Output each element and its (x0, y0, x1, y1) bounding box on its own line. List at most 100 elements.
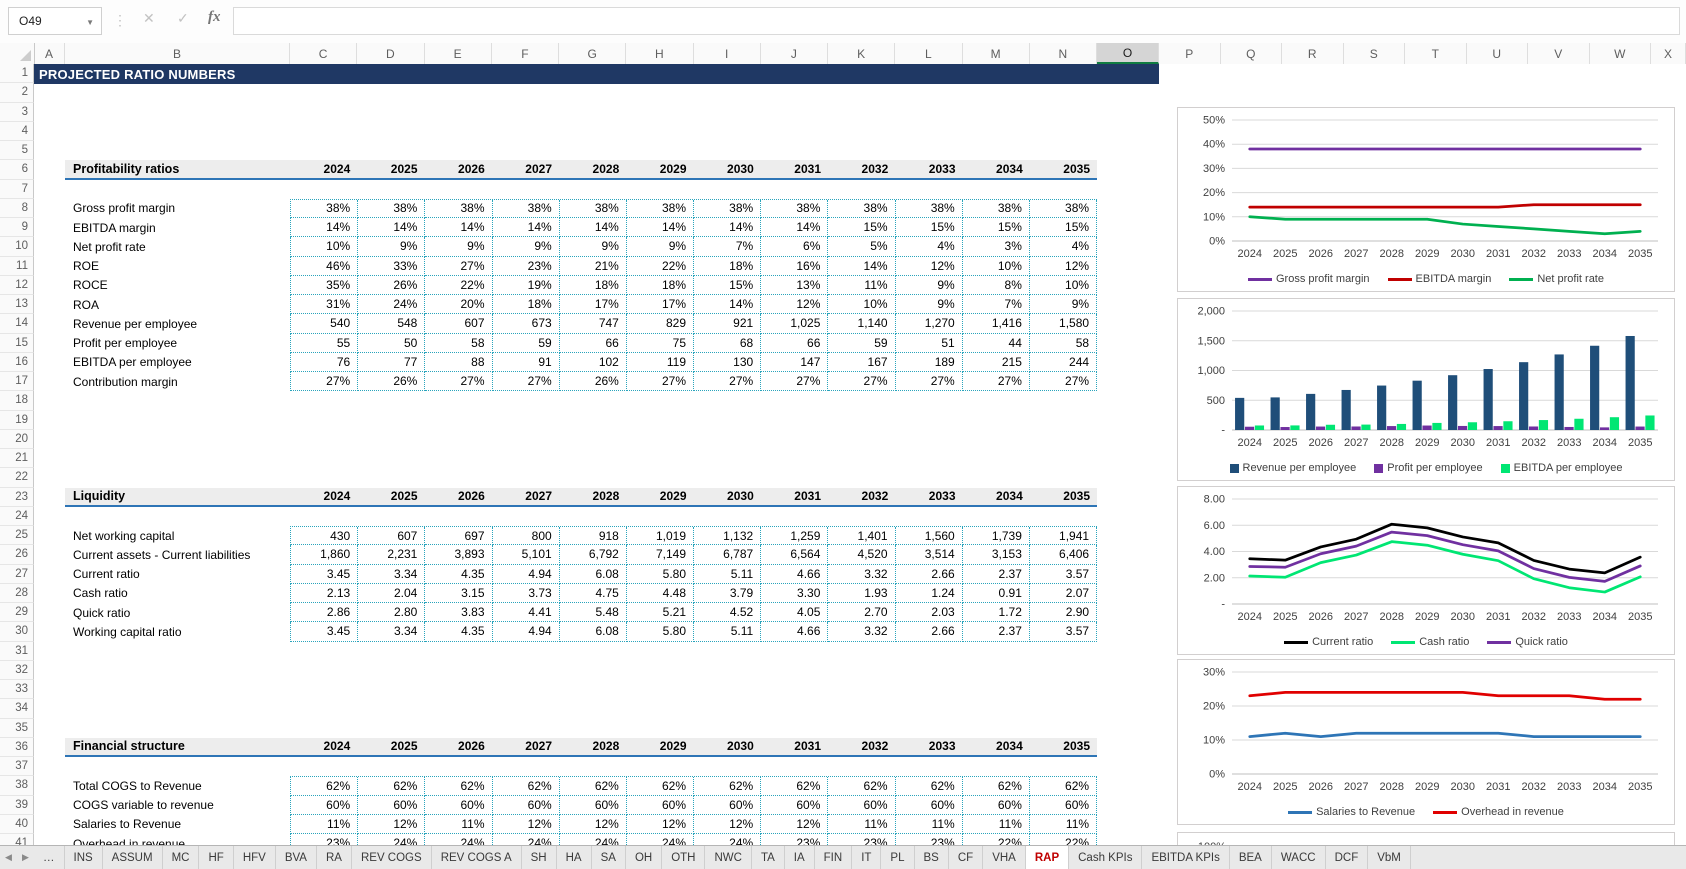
cell-H15[interactable]: 75 (627, 334, 694, 353)
row-header-9[interactable]: 9 (0, 218, 34, 237)
cell-N9[interactable]: 15% (1030, 218, 1097, 237)
cell-I16[interactable]: 130 (694, 353, 761, 372)
cell-J8[interactable]: 38% (761, 200, 828, 218)
section-header-liquidity[interactable]: Liquidity2024202520262027202820292030203… (65, 488, 1097, 507)
cell-C27[interactable]: 3.45 (291, 565, 358, 584)
cell-F16[interactable]: 91 (493, 353, 560, 372)
column-header-k[interactable]: K (828, 43, 895, 64)
column-header-o[interactable]: O (1097, 43, 1159, 64)
cell-F30[interactable]: 4.94 (493, 622, 560, 641)
row-header-22[interactable]: 22 (0, 468, 34, 487)
cell-H10[interactable]: 9% (627, 237, 694, 256)
cell-K13[interactable]: 10% (828, 295, 895, 314)
cell-I9[interactable]: 14% (694, 218, 761, 237)
row-header-26[interactable]: 26 (0, 545, 34, 564)
cell-D27[interactable]: 3.34 (358, 565, 425, 584)
cell-B9[interactable]: EBITDA margin (65, 218, 290, 237)
cell-C16[interactable]: 76 (291, 353, 358, 372)
cell-F13[interactable]: 18% (493, 295, 560, 314)
cell-M26[interactable]: 3,153 (963, 545, 1030, 564)
cell-E9[interactable]: 14% (425, 218, 492, 237)
sheet-tab-mc[interactable]: MC (163, 846, 200, 869)
cell-M28[interactable]: 0.91 (963, 584, 1030, 603)
cell-K27[interactable]: 3.32 (828, 565, 895, 584)
column-header-d[interactable]: D (357, 43, 424, 64)
cell-F25[interactable]: 800 (493, 527, 560, 545)
row-header-36[interactable]: 36 (0, 738, 34, 757)
cell-F26[interactable]: 5,101 (493, 545, 560, 564)
cell-N41[interactable]: 22% (1030, 834, 1097, 845)
cell-L14[interactable]: 1,270 (896, 314, 963, 333)
column-header-v[interactable]: V (1528, 43, 1590, 64)
cell-I27[interactable]: 5.11 (694, 565, 761, 584)
cell-I29[interactable]: 4.52 (694, 603, 761, 622)
cell-D39[interactable]: 60% (358, 796, 425, 815)
cell-D17[interactable]: 26% (358, 372, 425, 391)
cell-L17[interactable]: 27% (896, 372, 963, 391)
cell-C28[interactable]: 2.13 (291, 584, 358, 603)
cell-B26[interactable]: Current assets - Current liabilities (65, 545, 290, 564)
cell-I41[interactable]: 24% (694, 834, 761, 845)
cell-J39[interactable]: 60% (761, 796, 828, 815)
cell-I11[interactable]: 18% (694, 257, 761, 276)
sheet-tab-rev-cogs-a[interactable]: REV COGS A (432, 846, 522, 869)
cell-J12[interactable]: 13% (761, 276, 828, 295)
cell-E10[interactable]: 9% (425, 237, 492, 256)
cell-G29[interactable]: 5.48 (560, 603, 627, 622)
cell-D41[interactable]: 24% (358, 834, 425, 845)
cell-D9[interactable]: 14% (358, 218, 425, 237)
sheet-tab-cash-kpis[interactable]: Cash KPIs (1069, 846, 1142, 869)
cell-L28[interactable]: 1.24 (896, 584, 963, 603)
cell-D13[interactable]: 24% (358, 295, 425, 314)
cell-I10[interactable]: 7% (694, 237, 761, 256)
cell-E26[interactable]: 3,893 (425, 545, 492, 564)
column-header-n[interactable]: N (1030, 43, 1097, 64)
cell-L15[interactable]: 51 (896, 334, 963, 353)
cell-M17[interactable]: 27% (963, 372, 1030, 391)
cell-G28[interactable]: 4.75 (560, 584, 627, 603)
cell-J9[interactable]: 14% (761, 218, 828, 237)
cell-L9[interactable]: 15% (896, 218, 963, 237)
cell-M15[interactable]: 44 (963, 334, 1030, 353)
sheet-tab-bs[interactable]: BS (915, 846, 949, 869)
name-box-dropdown-icon[interactable]: ▼ (86, 18, 94, 27)
cell-F41[interactable]: 24% (493, 834, 560, 845)
cell-K11[interactable]: 14% (828, 257, 895, 276)
cell-J38[interactable]: 62% (761, 777, 828, 795)
cell-H13[interactable]: 17% (627, 295, 694, 314)
sheet-tab-sh[interactable]: SH (522, 846, 557, 869)
cell-N14[interactable]: 1,580 (1030, 314, 1097, 333)
cell-G17[interactable]: 26% (560, 372, 627, 391)
cell-J29[interactable]: 4.05 (761, 603, 828, 622)
cell-K14[interactable]: 1,140 (828, 314, 895, 333)
column-header-l[interactable]: L (895, 43, 962, 64)
cell-D30[interactable]: 3.34 (358, 622, 425, 641)
row-header-25[interactable]: 25 (0, 526, 34, 545)
cell-I15[interactable]: 68 (694, 334, 761, 353)
row-header-12[interactable]: 12 (0, 276, 34, 295)
cell-D38[interactable]: 62% (358, 777, 425, 795)
cell-L13[interactable]: 9% (896, 295, 963, 314)
sheet-tab-ins[interactable]: INS (65, 846, 103, 869)
cell-J15[interactable]: 66 (761, 334, 828, 353)
row-header-33[interactable]: 33 (0, 680, 34, 699)
cell-H17[interactable]: 27% (627, 372, 694, 391)
cell-N28[interactable]: 2.07 (1030, 584, 1097, 603)
sheet-tab-wacc[interactable]: WACC (1272, 846, 1326, 869)
sheet-tab-vha[interactable]: VHA (983, 846, 1026, 869)
cell-K17[interactable]: 27% (828, 372, 895, 391)
cell-F29[interactable]: 4.41 (493, 603, 560, 622)
cell-H29[interactable]: 5.21 (627, 603, 694, 622)
cancel-icon[interactable]: ✕ (143, 11, 155, 25)
cell-B13[interactable]: ROA (65, 295, 290, 314)
cell-L26[interactable]: 3,514 (896, 545, 963, 564)
cell-C40[interactable]: 11% (291, 815, 358, 834)
cell-K8[interactable]: 38% (828, 200, 895, 218)
cell-N16[interactable]: 244 (1030, 353, 1097, 372)
cell-G40[interactable]: 12% (560, 815, 627, 834)
cell-M14[interactable]: 1,416 (963, 314, 1030, 333)
cell-D29[interactable]: 2.80 (358, 603, 425, 622)
cell-J40[interactable]: 12% (761, 815, 828, 834)
sheet-tab-rap[interactable]: RAP (1026, 846, 1069, 869)
cell-M29[interactable]: 1.72 (963, 603, 1030, 622)
